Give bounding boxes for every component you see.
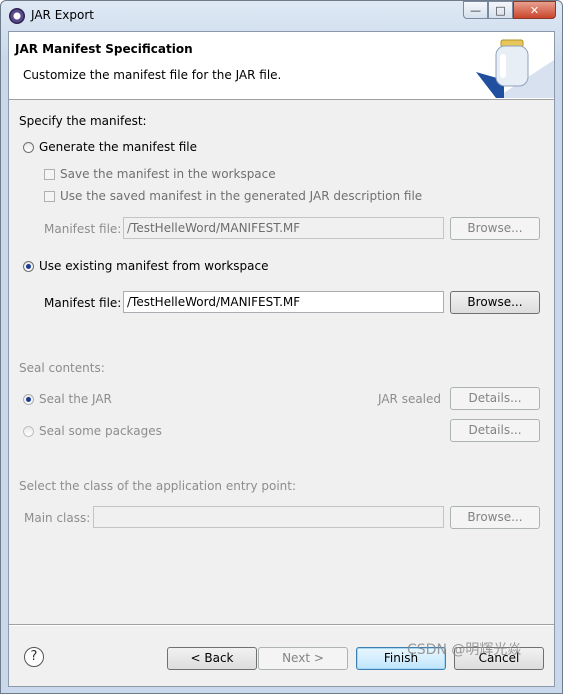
use-existing-manifest-label: Use existing manifest from workspace (39, 259, 269, 273)
save-manifest-checkbox[interactable]: Save the manifest in the workspace (44, 167, 276, 181)
existing-manifest-file-label: Manifest file: (44, 296, 122, 310)
use-existing-manifest-radio[interactable]: Use existing manifest from workspace (23, 259, 269, 273)
radio-off (23, 425, 34, 437)
radio-off (23, 141, 34, 153)
app-icon (9, 8, 25, 24)
jar-sealed-status: JAR sealed (378, 392, 442, 406)
wizard-header: JAR Manifest Specification Customize the… (9, 32, 554, 100)
use-saved-manifest-label: Use the saved manifest in the generated … (60, 189, 423, 203)
seal-jar-radio[interactable]: Seal the JAR (23, 392, 112, 406)
watermark: CSDN @明辉光焱 (407, 642, 522, 658)
main-class-label: Main class: (24, 511, 91, 525)
generated-browse-button[interactable]: Browse... (450, 217, 540, 240)
entry-point-section-label: Select the class of the application entr… (19, 479, 297, 493)
jar-export-window: JAR Export — □ ✕ JAR Manifest Specificat… (0, 0, 563, 694)
minimize-button[interactable]: — (463, 1, 488, 19)
generated-manifest-file-field[interactable]: /TestHelleWord/MANIFEST.MF (123, 217, 444, 239)
seal-packages-details-button[interactable]: Details... (450, 419, 540, 442)
dialog-body: JAR Manifest Specification Customize the… (8, 31, 555, 687)
seal-packages-label: Seal some packages (39, 424, 162, 438)
close-button[interactable]: ✕ (513, 1, 556, 19)
jar-icon (476, 39, 554, 98)
help-icon[interactable]: ? (24, 647, 44, 667)
manifest-section-label: Specify the manifest: (19, 114, 147, 128)
generate-manifest-radio[interactable]: Generate the manifest file (23, 140, 197, 154)
existing-browse-button[interactable]: Browse... (450, 291, 540, 314)
generated-manifest-file-label: Manifest file: (44, 222, 122, 236)
use-saved-manifest-checkbox[interactable]: Use the saved manifest in the generated … (44, 189, 422, 203)
window-controls: — □ ✕ (463, 1, 556, 21)
page-title: JAR Manifest Specification (15, 42, 193, 56)
footer-separator (9, 624, 554, 626)
main-class-field[interactable] (93, 506, 444, 528)
checkbox-box (44, 168, 55, 180)
seal-jar-details-button[interactable]: Details... (450, 387, 540, 410)
title-bar[interactable]: JAR Export — □ ✕ (1, 1, 562, 31)
main-class-browse-button[interactable]: Browse... (450, 506, 540, 529)
seal-section-label: Seal contents: (19, 361, 105, 375)
back-button[interactable]: < Back (167, 647, 257, 670)
seal-jar-label: Seal the JAR (39, 392, 112, 406)
checkbox-box (44, 190, 55, 202)
page-description: Customize the manifest file for the JAR … (23, 68, 282, 82)
save-manifest-label: Save the manifest in the workspace (60, 167, 276, 181)
radio-on (23, 260, 34, 272)
window-title: JAR Export (31, 8, 94, 22)
maximize-button[interactable]: □ (488, 1, 513, 19)
existing-manifest-file-field[interactable]: /TestHelleWord/MANIFEST.MF (123, 291, 444, 313)
next-button[interactable]: Next > (258, 647, 348, 670)
generate-manifest-label: Generate the manifest file (39, 140, 198, 154)
radio-on (23, 393, 34, 405)
seal-packages-radio[interactable]: Seal some packages (23, 424, 162, 438)
